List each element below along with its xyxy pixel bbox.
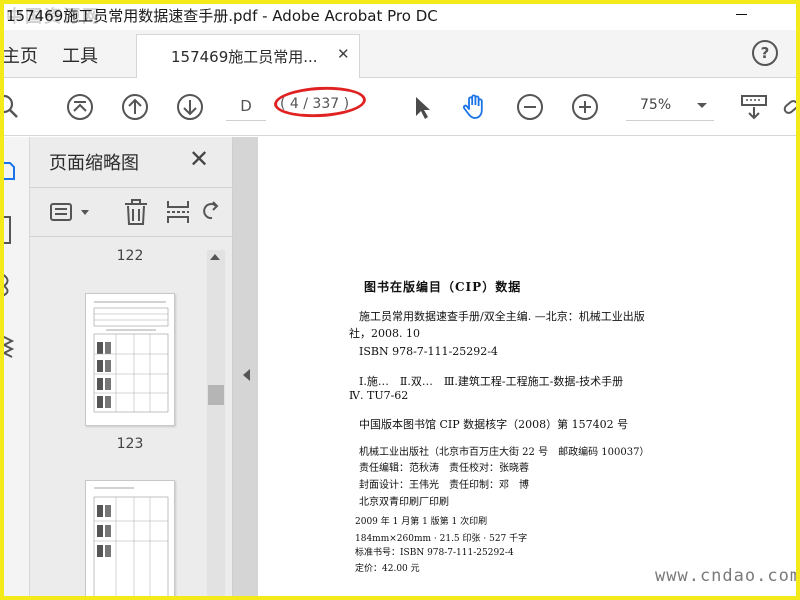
hand-tool-icon[interactable]	[460, 93, 488, 121]
chevron-down-icon	[697, 103, 707, 108]
menu-bar: 主页 工具 157469施工员常用... ✕ ?	[0, 30, 800, 79]
watermark-badge	[690, 520, 785, 600]
first-page-icon[interactable]	[66, 93, 94, 121]
zoom-in-icon[interactable]	[571, 93, 599, 121]
page-text-line: Ⅰ.施… Ⅱ.双… Ⅲ.建筑工程-工程施工-数据-技术手册	[359, 375, 624, 388]
previous-page-icon[interactable]	[121, 93, 149, 121]
page-text-line: 184mm×260mm · 21.5 印张 · 527 千字	[355, 534, 528, 544]
select-cursor-icon[interactable]	[408, 93, 436, 121]
page-number-input[interactable]: D	[226, 91, 266, 121]
page-text-line: 施工员常用数据速查手册/双全主编. —北京：机械工业出版	[359, 310, 645, 323]
collapse-panel-icon[interactable]	[243, 369, 250, 381]
panel-header: 页面缩略图 ✕	[30, 137, 233, 183]
layers-icon[interactable]	[0, 332, 16, 362]
next-page-icon[interactable]	[176, 93, 204, 121]
page-text-line: 责任编辑：范秋涛 责任校对：张晓蓉	[359, 463, 529, 474]
scrollbar-thumb[interactable]	[208, 385, 224, 405]
insert-page-icon[interactable]	[164, 198, 192, 226]
page-text-line: ISBN 978-7-111-25292-4	[359, 345, 498, 358]
scroll-up-icon[interactable]	[210, 254, 220, 260]
help-icon[interactable]: ?	[752, 40, 778, 66]
close-tab-icon[interactable]: ✕	[337, 45, 350, 63]
title-bar: 中国资源网 157469施工员常用数据速查手册.pdf - Adobe Acro…	[0, 0, 800, 30]
page-thumbnail[interactable]	[85, 480, 175, 600]
options-dropdown-icon[interactable]	[78, 198, 106, 226]
page-thumbnail[interactable]	[85, 293, 175, 426]
close-panel-icon[interactable]: ✕	[189, 145, 209, 173]
cip-heading: 图书在版编目（CIP）数据	[364, 280, 522, 294]
delete-page-icon[interactable]	[122, 198, 150, 226]
page-text-line: 标准书号：ISBN 978-7-111-25292-4	[355, 548, 514, 558]
page-text-line: 中国版本图书馆 CIP 数据核字（2008）第 157402 号	[359, 418, 629, 431]
thumbnail-label: 123	[116, 436, 144, 452]
zoom-select[interactable]: 75%	[626, 91, 714, 121]
panel-title: 页面缩略图	[49, 153, 139, 174]
document-tab[interactable]: 157469施工员常用... ✕	[136, 34, 360, 79]
window-title: 157469施工员常用数据速查手册.pdf - Adobe Acrobat Pr…	[6, 7, 438, 25]
toolbar: D ( 4 / 337 ) 75%	[0, 78, 800, 136]
page-text-line: 北京双青印刷厂印刷	[359, 497, 449, 508]
page-text-line: 机械工业出版社（北京市百万庄大街 22 号 邮政编码 100037）	[359, 447, 650, 458]
page-thumbnails-icon[interactable]	[0, 159, 16, 183]
options-menu-icon[interactable]	[48, 198, 76, 226]
attachments-icon[interactable]	[0, 272, 16, 298]
thumbnail-label: 122	[116, 248, 144, 264]
bookmarks-icon[interactable]	[0, 215, 16, 245]
keyboard-download-icon[interactable]	[740, 93, 768, 121]
search-icon[interactable]	[0, 93, 22, 121]
panel-toolbar	[30, 187, 233, 237]
page-text-line: 社，2008. 10	[349, 327, 420, 340]
rotate-page-icon[interactable]	[202, 198, 230, 226]
link-icon[interactable]	[782, 93, 800, 121]
menu-tools[interactable]: 工具	[62, 42, 98, 68]
menu-home[interactable]: 主页	[2, 42, 38, 68]
zoom-value: 75%	[640, 97, 672, 113]
page-text-line: 定价：42.00 元	[355, 564, 420, 574]
minimize-button[interactable]	[732, 4, 752, 24]
thumbnail-scrollbar[interactable]	[207, 250, 225, 600]
page-text-line: Ⅳ. TU7-62	[349, 389, 409, 402]
page-text-line: 2009 年 1 月第 1 版第 1 次印刷	[355, 517, 488, 527]
watermark-url: www.cndao.com	[655, 566, 800, 586]
left-navigation-strip	[0, 137, 30, 600]
page-thumbnails-panel: 页面缩略图 ✕ 122 123	[30, 137, 233, 600]
page-text-line: 封面设计：王伟光 责任印制：邓 博	[359, 480, 529, 491]
document-tab-label: 157469施工员常用...	[171, 48, 318, 66]
zoom-out-icon[interactable]	[516, 93, 544, 121]
